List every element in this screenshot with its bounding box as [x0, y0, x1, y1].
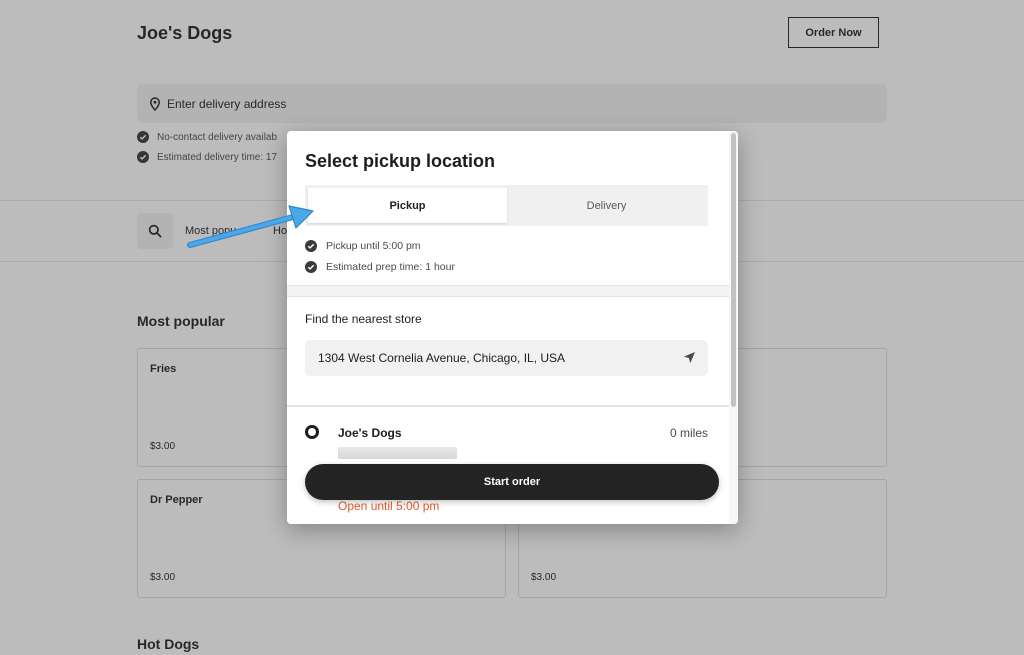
check-circle-icon — [305, 261, 317, 273]
navigation-arrow-icon[interactable] — [683, 351, 696, 364]
location-address-redacted — [338, 447, 457, 459]
section-divider — [287, 285, 738, 297]
location-open-status: Open until 5:00 pm — [338, 499, 440, 513]
section-divider — [287, 405, 738, 407]
store-search-value: 1304 West Cornelia Avenue, Chicago, IL, … — [318, 351, 566, 365]
pickup-info-until: Pickup until 5:00 pm — [305, 240, 421, 252]
location-name: Joe's Dogs — [338, 426, 402, 440]
tab-delivery[interactable]: Delivery — [507, 188, 706, 223]
location-distance: 0 miles — [669, 426, 708, 440]
check-circle-icon — [305, 240, 317, 252]
pickup-info-text: Estimated prep time: 1 hour — [326, 261, 455, 273]
modal-scrollbar[interactable] — [729, 131, 738, 524]
fulfillment-tabs: Pickup Delivery — [305, 185, 708, 226]
tab-pickup[interactable]: Pickup — [308, 188, 507, 223]
pickup-info-text: Pickup until 5:00 pm — [326, 240, 421, 252]
pickup-info-prep: Estimated prep time: 1 hour — [305, 261, 455, 273]
location-radio[interactable] — [305, 425, 319, 439]
store-search-input[interactable]: 1304 West Cornelia Avenue, Chicago, IL, … — [305, 340, 708, 376]
scrollbar-thumb[interactable] — [731, 133, 736, 407]
pickup-location-modal: Select pickup location Pickup Delivery P… — [287, 131, 738, 524]
start-order-button[interactable]: Start order — [305, 464, 719, 500]
find-store-label: Find the nearest store — [305, 312, 422, 326]
modal-title: Select pickup location — [305, 151, 496, 171]
